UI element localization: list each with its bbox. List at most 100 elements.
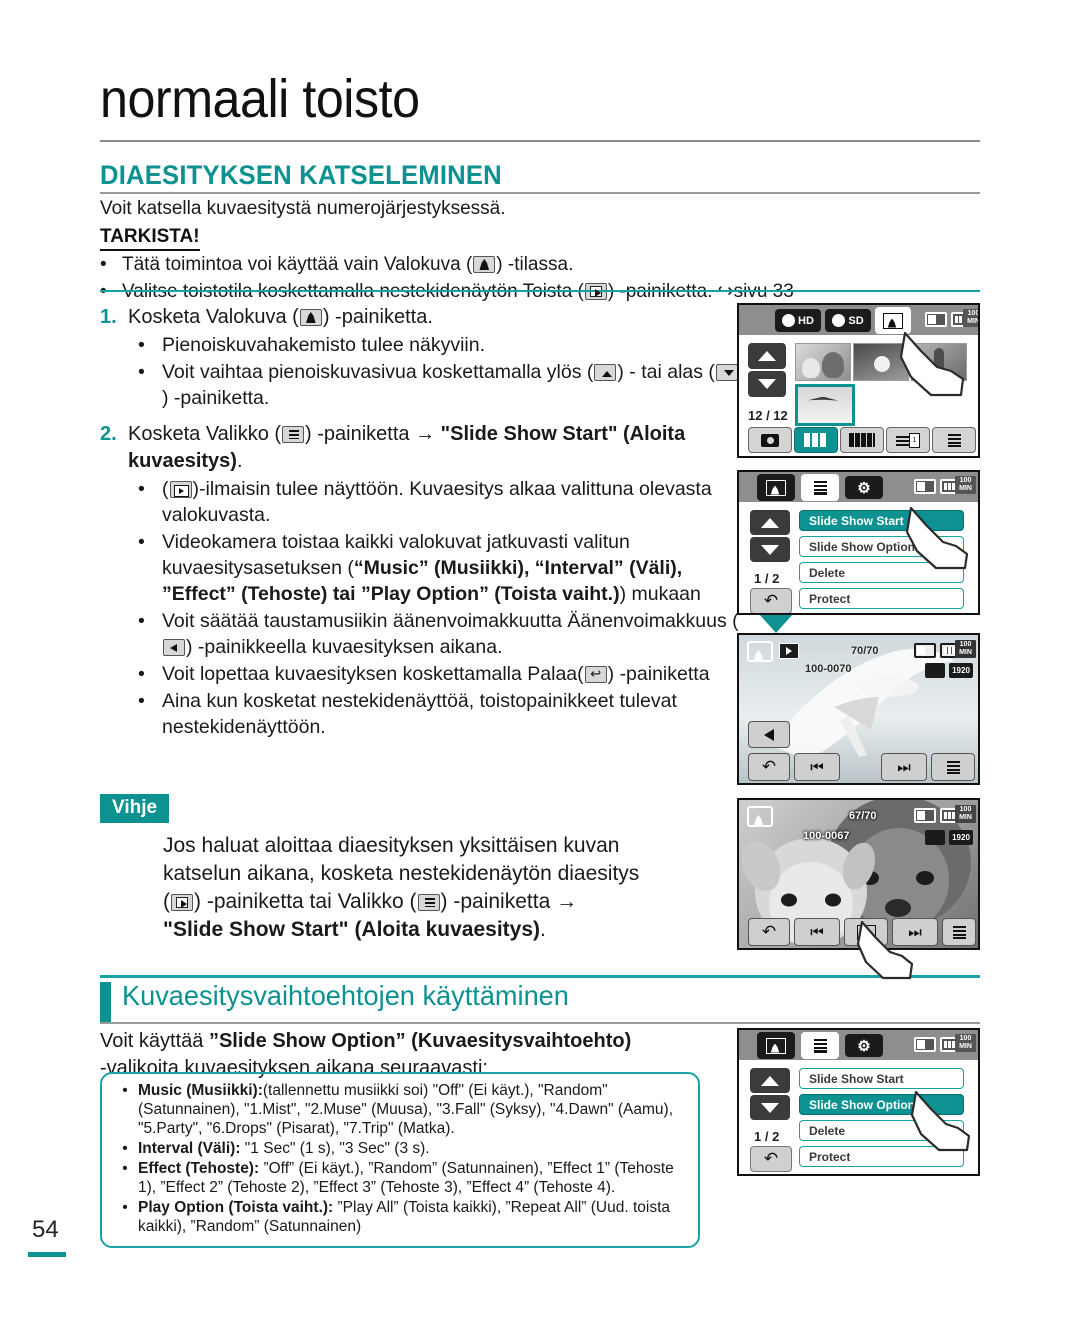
tab-sd[interactable]: SD — [825, 309, 871, 332]
return-button[interactable]: ↶ — [748, 918, 790, 946]
storage-card-icon — [914, 1037, 936, 1052]
tip-label: Vihje — [100, 794, 170, 823]
step2-sub4-b: ) -painiketta — [607, 663, 710, 685]
menu-page-indicator: 1 / 2 — [754, 571, 780, 586]
thumb-page-down-button[interactable] — [748, 371, 786, 397]
screen-menu-slide-show-option: ⚙ 100 MIN 1 / 2 ↶ Slide Show Start Slide … — [737, 1028, 980, 1176]
thumb-counter: 12 / 12 — [748, 408, 788, 423]
previous-button[interactable]: ⏮ — [794, 918, 840, 946]
thumb-page-up-button[interactable] — [748, 343, 786, 369]
step2-sub2-c: ) mukaan — [619, 583, 701, 605]
chevron-up-icon — [758, 351, 776, 361]
grid-4x3-button[interactable] — [840, 427, 884, 453]
photo-filename: 100-0067 — [803, 830, 850, 842]
menu-item-slide-show-option[interactable]: Slide Show Option — [799, 1094, 964, 1115]
photo-quality-icon — [925, 663, 945, 678]
menu-button[interactable] — [932, 427, 976, 453]
chevron-down-icon — [761, 1102, 779, 1113]
list-item: • Interval (Väli): "1 Sec" (1 s), "3 Sec… — [112, 1139, 688, 1158]
menu-item-slide-show-start[interactable]: Slide Show Start — [799, 510, 964, 531]
step2-sub1: ()-ilmaisin tulee näyttöön. Kuvaesitys a… — [162, 476, 740, 528]
thumbnail-puppies[interactable] — [795, 343, 851, 381]
option-text: Effect (Tehoste): ”Off” (Ei käyt.), ”Ran… — [138, 1159, 688, 1197]
tab-photo[interactable] — [757, 474, 795, 501]
options-box: • Music (Musiikki):(tallennettu musiikki… — [100, 1072, 700, 1248]
menu-button[interactable] — [942, 918, 976, 946]
menu-item-slide-show-start[interactable]: Slide Show Start — [799, 1068, 964, 1089]
resolution-badge: 1920 — [949, 830, 973, 845]
tab-photo[interactable] — [875, 307, 911, 334]
check-pre-1: Tätä toimintoa voi käyttää vain Valokuva… — [122, 254, 473, 275]
menu-back-button[interactable]: ↶ — [750, 588, 792, 613]
page-number-rule — [28, 1252, 66, 1257]
skip-next-icon: ⏭ — [897, 758, 911, 776]
bullet: • — [138, 531, 145, 553]
next-button[interactable]: ⏭ — [892, 918, 938, 946]
check-post-1: ) -tilassa. — [496, 254, 574, 275]
subsection-bottom-rule — [100, 1022, 980, 1024]
tip-line-3b: ) -painiketta tai Valikko ( — [194, 890, 417, 913]
return-button[interactable]: ↶ — [748, 753, 790, 781]
tab-menu[interactable] — [801, 1032, 839, 1059]
tab-menu[interactable] — [801, 474, 839, 501]
tab-settings[interactable]: ⚙ — [845, 476, 883, 499]
teal-divider — [100, 290, 980, 292]
gear-icon: ⚙ — [857, 1037, 871, 1055]
photo-quality-icon — [925, 830, 945, 845]
step2-sub4-a: Voit lopettaa kuvaesityksen koskettamall… — [162, 663, 584, 685]
list-view-button[interactable]: 1 — [886, 427, 930, 453]
menu-scroll-down-button[interactable] — [750, 1095, 790, 1120]
slideshow-start-button[interactable] — [844, 918, 888, 946]
tab-sd-label: SD — [848, 314, 864, 327]
photo-filename: 100-0070 — [805, 663, 852, 675]
next-button[interactable]: ⏭ — [881, 753, 927, 781]
tip-line-3c: ) -painiketta → — [440, 890, 578, 913]
tab-photo[interactable] — [757, 1032, 795, 1059]
menu-back-button[interactable]: ↶ — [750, 1146, 792, 1172]
sub-bullet: • Pienoiskuvahakemisto tulee näkyviin. — [100, 332, 740, 358]
menu-icon — [813, 1038, 827, 1053]
thumbnail-flower[interactable] — [853, 343, 909, 381]
bullet: • — [138, 478, 145, 500]
menu-item-protect[interactable]: Protect — [799, 588, 964, 609]
grid-3x2-button[interactable] — [794, 427, 838, 453]
menu-scroll-up-button[interactable] — [750, 1068, 790, 1093]
menu-button[interactable] — [931, 753, 975, 781]
previous-button[interactable]: ⏮ — [794, 753, 840, 781]
check-text-1: Tätä toimintoa voi käyttää vain Valokuva… — [122, 252, 573, 277]
grid-3x2-icon — [804, 433, 828, 447]
menu-item-delete[interactable]: Delete — [799, 1120, 964, 1141]
chevron-down-icon — [761, 544, 779, 555]
list-view-icon: 1 — [896, 433, 920, 448]
tip-line-3a: ( — [163, 890, 170, 913]
menu-page-indicator: 1 / 2 — [754, 1129, 780, 1144]
camera-mode-button[interactable] — [748, 427, 792, 453]
scroll-down-icon — [715, 364, 738, 381]
film-reel-icon — [832, 314, 846, 327]
menu-item-delete[interactable]: Delete — [799, 562, 964, 583]
tip-body: Jos haluat aloittaa diaesityksen yksittä… — [163, 832, 723, 944]
menu-item-protect[interactable]: Protect — [799, 1146, 964, 1167]
section-intro: Voit katsella kuvaesitystä numerojärjest… — [100, 198, 506, 219]
tab-settings[interactable]: ⚙ — [845, 1034, 883, 1057]
menu-item-slide-show-option[interactable]: Slide Show Option — [799, 536, 964, 557]
tab-hd[interactable]: HD — [775, 309, 821, 332]
step2-b: ) -painiketta — [305, 423, 416, 445]
chevron-down-icon — [758, 379, 776, 389]
menu-scroll-down-button[interactable] — [750, 537, 790, 562]
menu-scroll-up-button[interactable] — [750, 510, 790, 535]
slideshow-indicator — [779, 643, 799, 659]
thumbnail-cactus[interactable] — [911, 343, 967, 381]
chapter-title: normaali toisto — [100, 69, 420, 129]
option-label: Effect (Tehoste): — [138, 1160, 260, 1177]
step2-sub1-b: )-ilmaisin tulee näyttöön. Kuvaesitys al… — [162, 478, 712, 526]
menu-icon — [417, 894, 440, 911]
sub-bullet: • ()-ilmaisin tulee näyttöön. Kuvaesitys… — [100, 476, 740, 528]
volume-button[interactable] — [748, 721, 790, 748]
remaining-time-label: 100 MIN — [955, 640, 976, 658]
sub-bullet: • Videokamera toistaa kaikki valokuvat j… — [100, 529, 740, 607]
step1-sub2-c: ) -painiketta. — [162, 387, 270, 409]
thumbnail-seagull-selected[interactable] — [795, 384, 855, 426]
page-number: 54 — [32, 1216, 59, 1243]
bullet: • — [122, 1082, 128, 1099]
